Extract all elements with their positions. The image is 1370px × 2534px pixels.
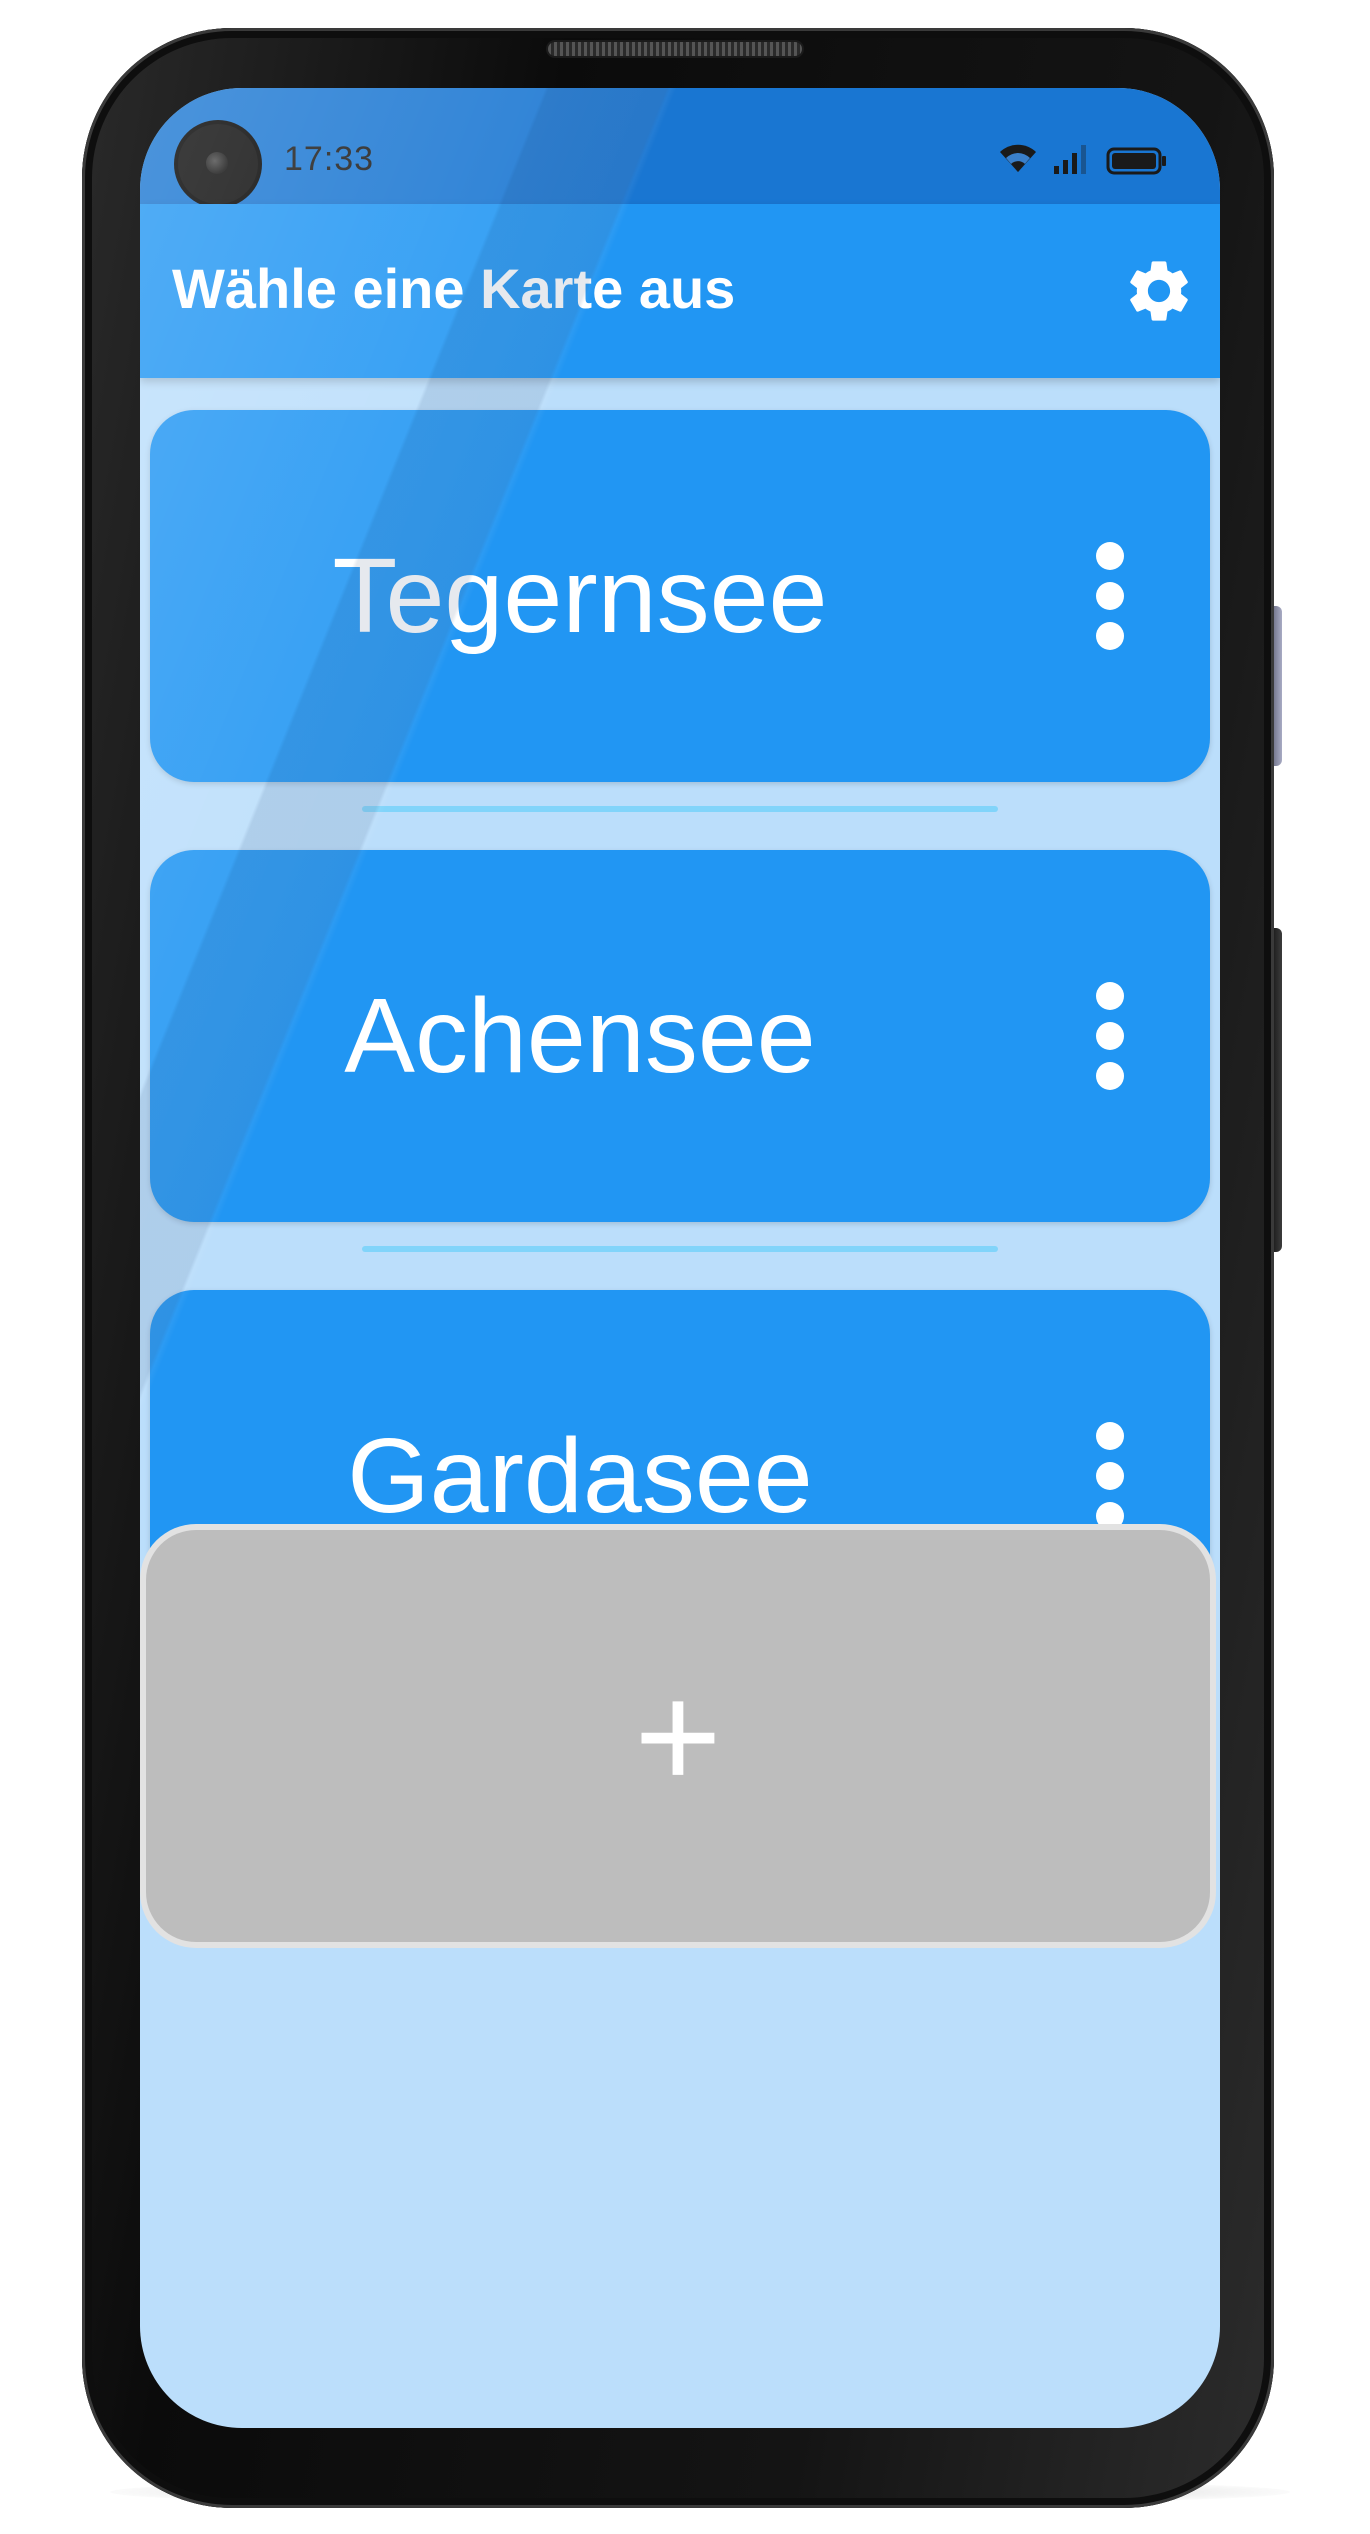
status-bar: 17:33 xyxy=(140,88,1220,204)
more-vert-button[interactable] xyxy=(1090,976,1130,1096)
screen: 17:33 Wähle eine Karte aus Tegernsee Ach… xyxy=(140,88,1220,2428)
settings-button[interactable] xyxy=(1122,254,1196,328)
page-title: Wähle eine Karte aus xyxy=(172,257,736,320)
gear-icon xyxy=(1122,261,1196,332)
map-card-label: Achensee xyxy=(344,977,816,1095)
front-camera xyxy=(178,124,258,204)
status-time: 17:33 xyxy=(284,140,375,178)
map-card-achensee[interactable]: Achensee xyxy=(150,850,1210,1222)
divider xyxy=(362,1246,998,1252)
app-bar: Wähle eine Karte aus xyxy=(140,204,1220,378)
add-map-button[interactable]: + xyxy=(146,1530,1210,1942)
earpiece-speaker xyxy=(548,42,802,56)
map-card-label: Tegernsee xyxy=(332,537,828,655)
more-vert-icon xyxy=(1090,542,1130,660)
divider xyxy=(362,806,998,812)
status-icons xyxy=(998,142,1168,180)
more-vert-icon xyxy=(1090,982,1130,1100)
more-vert-button[interactable] xyxy=(1090,536,1130,656)
device-mockup: 17:33 Wähle eine Karte aus Tegernsee Ach… xyxy=(0,0,1370,2534)
map-card-tegernsee[interactable]: Tegernsee xyxy=(150,410,1210,782)
signal-icon xyxy=(1052,142,1092,180)
wifi-icon xyxy=(998,142,1038,180)
plus-icon: + xyxy=(634,1652,722,1820)
battery-icon xyxy=(1106,146,1168,180)
more-vert-button[interactable] xyxy=(1090,1416,1130,1536)
